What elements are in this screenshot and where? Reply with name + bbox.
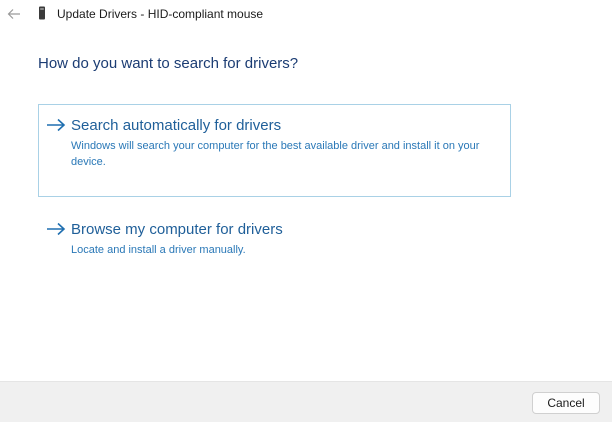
option-title: Search automatically for drivers <box>71 117 282 134</box>
browse-computer-option[interactable]: Browse my computer for drivers Locate an… <box>38 208 511 268</box>
arrow-right-icon <box>47 222 66 236</box>
window-title: Update Drivers - HID-compliant mouse <box>57 7 264 21</box>
option-title: Browse my computer for drivers <box>71 221 283 238</box>
arrow-right-icon <box>47 118 66 132</box>
search-automatically-option[interactable]: Search automatically for drivers Windows… <box>38 104 511 197</box>
update-drivers-dialog: Update Drivers - HID-compliant mouse How… <box>0 0 612 422</box>
cancel-button[interactable]: Cancel <box>532 392 600 414</box>
page-heading: How do you want to search for drivers? <box>38 55 299 72</box>
option-description: Locate and install a driver manually. <box>71 244 246 256</box>
device-icon <box>39 6 45 20</box>
title-bar: Update Drivers - HID-compliant mouse <box>0 0 612 30</box>
dialog-footer: Cancel <box>0 381 612 422</box>
back-arrow-icon <box>7 9 20 19</box>
back-button[interactable] <box>3 4 25 24</box>
option-description: Windows will search your computer for th… <box>71 140 480 168</box>
